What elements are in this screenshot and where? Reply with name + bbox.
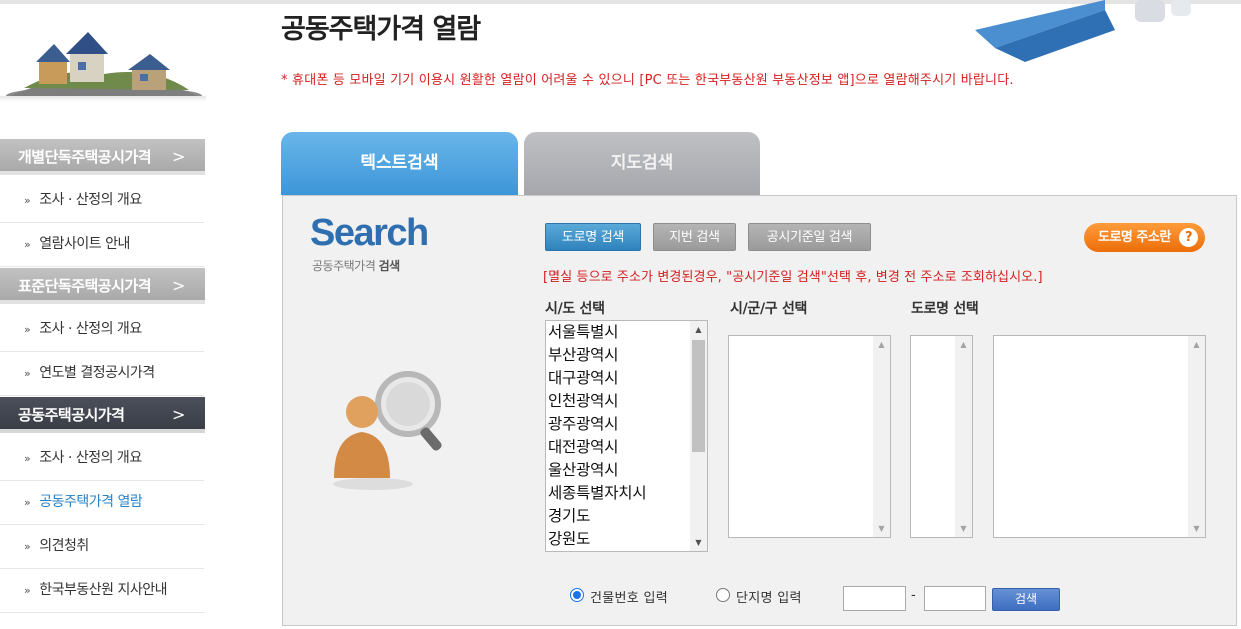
scrollbar[interactable]: ▲ ▼ <box>955 336 972 537</box>
sido-option-list: 서울특별시 부산광역시 대구광역시 인천광역시 광주광역시 대전광역시 울산광역시 세종특별자… <box>548 321 647 551</box>
input-separator: - <box>911 588 916 603</box>
road-name-listbox[interactable]: ▲ ▼ <box>993 335 1206 538</box>
sidebar: 개별단독주택공시가격 > » 조사 · 산정의 개요 » 열람사이트 안내 표준단독… <box>0 0 210 629</box>
help-icon: ? <box>1179 228 1198 247</box>
chevron-right-icon: > <box>172 276 185 295</box>
sido-option[interactable]: 광주광역시 <box>548 413 646 436</box>
scroll-down-icon[interactable]: ▼ <box>1188 520 1205 537</box>
search-subheading-text: 공동주택가격 <box>312 259 379 273</box>
sidebar-item-label: 조사 · 산정의 개요 <box>39 321 142 337</box>
sido-option[interactable]: 대전광역시 <box>548 436 646 459</box>
sido-option[interactable]: 세종특별자치시 <box>548 482 647 505</box>
building-number-radio[interactable] <box>570 588 584 602</box>
search-subheading-bold: 검색 <box>378 259 401 273</box>
tab-text-search[interactable]: 텍스트검색 <box>281 132 518 195</box>
sidebar-category-individual-house[interactable]: 개별단독주택공시가격 > <box>0 139 205 175</box>
double-chevron-icon: » <box>24 452 31 465</box>
sidebar-item-label: 열람사이트 안내 <box>39 236 130 252</box>
sido-option[interactable]: 부산광역시 <box>548 344 646 367</box>
sido-option[interactable]: 인천광역시 <box>548 390 646 413</box>
sigungu-listbox[interactable]: ▲ ▼ <box>728 335 891 538</box>
sido-listbox[interactable]: 서울특별시 부산광역시 대구광역시 인천광역시 광주광역시 대전광역시 울산광역시 세종특별자… <box>545 320 708 552</box>
header-decoration-icon <box>975 0 1191 62</box>
scrollbar[interactable]: ▲ ▼ <box>1188 336 1205 537</box>
sidebar-item-yearly-prices[interactable]: » 연도별 결정공시가격 <box>0 352 204 396</box>
road-search-button[interactable]: 도로명 검색 <box>545 223 641 251</box>
sidebar-item-label: 의견청취 <box>39 538 89 554</box>
double-chevron-icon: » <box>24 496 31 509</box>
sigungu-label: 시/군/구 선택 <box>730 301 808 317</box>
date-search-button[interactable]: 공시기준일 검색 <box>748 223 871 251</box>
sidebar-item-apartment-price-view[interactable]: » 공동주택가격 열람 <box>0 481 204 525</box>
road-label: 도로명 선택 <box>911 301 979 317</box>
complex-name-label: 단지명 입력 <box>736 591 802 606</box>
search-panel: Search 공동주택가격 검색 도로명 검색 지번 검색 공시기준일 검색 도… <box>282 195 1237 626</box>
road-address-info-button[interactable]: 도로명 주소란 ? <box>1084 223 1205 252</box>
sidebar-item-survey-overview-1[interactable]: » 조사 · 산정의 개요 <box>0 179 204 223</box>
search-subheading: 공동주택가격 검색 <box>312 257 400 274</box>
scroll-up-icon[interactable]: ▲ <box>955 336 972 353</box>
divider <box>0 96 206 102</box>
sidebar-item-label: 조사 · 산정의 개요 <box>39 192 142 208</box>
scroll-down-icon[interactable]: ▼ <box>955 520 972 537</box>
sidebar-item-survey-overview-3[interactable]: » 조사 · 산정의 개요 <box>0 437 204 481</box>
building-number-main-input[interactable] <box>843 586 906 611</box>
scroll-up-icon[interactable]: ▲ <box>1188 336 1205 353</box>
sidebar-item-site-guide[interactable]: » 열람사이트 안내 <box>0 223 204 267</box>
scroll-up-icon[interactable]: ▲ <box>873 336 890 353</box>
double-chevron-icon: » <box>24 540 31 553</box>
sidebar-category-apartment[interactable]: 공동주택공시가격 > <box>0 397 205 433</box>
building-number-sub-input[interactable] <box>924 586 986 611</box>
sidebar-category-standard-house[interactable]: 표준단독주택공시가격 > <box>0 268 205 304</box>
scroll-down-icon[interactable]: ▼ <box>690 534 707 551</box>
double-chevron-icon: » <box>24 238 31 251</box>
houses-illustration-icon <box>6 32 202 102</box>
address-warning: [멸실 등으로 주소가 변경된경우, "공시기준일 검색"선택 후, 변경 전 … <box>543 270 1043 285</box>
scrollbar-thumb[interactable] <box>692 340 705 452</box>
sidebar-item-label: 연도별 결정공시가격 <box>39 365 155 381</box>
scrollbar[interactable]: ▲ ▼ <box>690 321 707 551</box>
scrollbar[interactable]: ▲ ▼ <box>873 336 890 537</box>
sido-option[interactable]: 강원도 <box>548 528 646 551</box>
search-button[interactable]: 검색 <box>992 588 1060 611</box>
tab-map-search[interactable]: 지도검색 <box>524 132 760 195</box>
sidebar-item-opinion[interactable]: » 의견청취 <box>0 525 204 569</box>
road-initial-listbox[interactable]: ▲ ▼ <box>910 335 973 538</box>
mobile-notice: * 휴대폰 등 모바일 기기 이용시 원활한 열람이 어려울 수 있으니 [PC… <box>281 73 1014 88</box>
sido-label: 시/도 선택 <box>545 301 605 317</box>
double-chevron-icon: » <box>24 367 31 380</box>
complex-name-radio[interactable] <box>716 588 730 602</box>
sido-option[interactable]: 서울특별시 <box>548 321 646 344</box>
search-heading: Search <box>310 212 429 254</box>
double-chevron-icon: » <box>24 584 31 597</box>
chevron-right-icon: > <box>172 147 185 166</box>
sidebar-item-label: 공동주택가격 열람 <box>39 494 143 510</box>
person-magnifier-icon <box>333 371 442 490</box>
sidebar-item-label: 한국부동산원 지사안내 <box>39 582 167 598</box>
sidebar-category-label: 공동주택공시가격 <box>18 406 125 424</box>
sidebar-item-survey-overview-2[interactable]: » 조사 · 산정의 개요 <box>0 308 204 352</box>
scroll-up-icon[interactable]: ▲ <box>690 321 707 338</box>
scroll-down-icon[interactable]: ▼ <box>873 520 890 537</box>
page-title: 공동주택가격 열람 <box>281 14 481 45</box>
double-chevron-icon: » <box>24 323 31 336</box>
sidebar-category-label: 표준단독주택공시가격 <box>18 277 152 295</box>
sidebar-item-label: 조사 · 산정의 개요 <box>39 450 142 466</box>
sidebar-item-branch-guide[interactable]: » 한국부동산원 지사안내 <box>0 569 204 613</box>
double-chevron-icon: » <box>24 194 31 207</box>
sido-option[interactable]: 경기도 <box>548 505 646 528</box>
sido-option[interactable]: 대구광역시 <box>548 367 646 390</box>
chevron-right-icon: > <box>172 405 185 424</box>
road-address-info-label: 도로명 주소란 <box>1098 230 1171 245</box>
sido-option[interactable]: 울산광역시 <box>548 459 646 482</box>
lot-search-button[interactable]: 지번 검색 <box>653 223 736 251</box>
sidebar-category-label: 개별단독주택공시가격 <box>18 148 152 166</box>
building-number-label: 건물번호 입력 <box>590 591 668 606</box>
